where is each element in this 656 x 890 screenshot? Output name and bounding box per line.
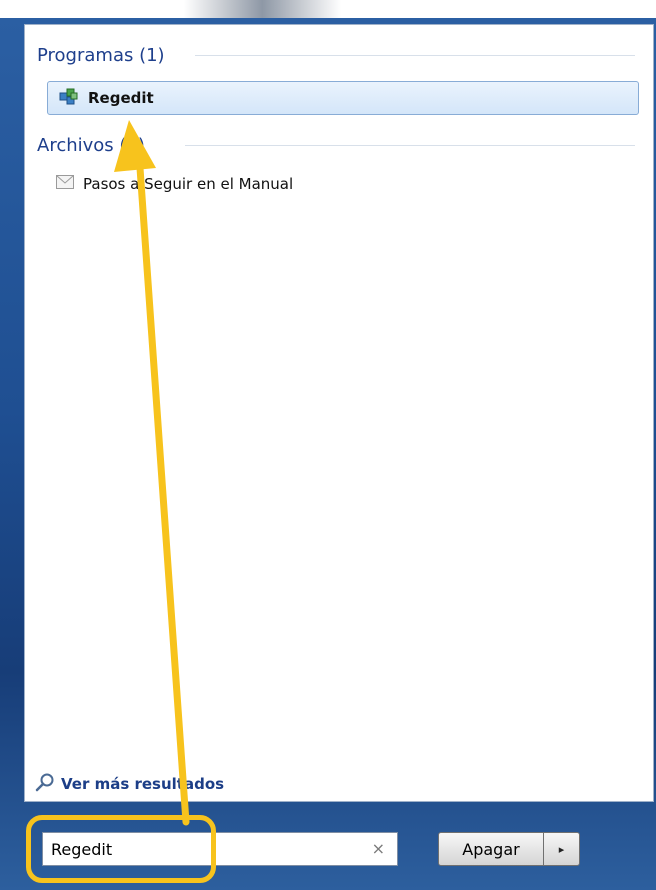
shutdown-options-button[interactable]: ▸: [544, 832, 580, 866]
chevron-right-icon: ▸: [558, 842, 565, 856]
shutdown-button-label: Apagar: [462, 839, 520, 859]
search-icon: [35, 772, 55, 796]
group-divider-programs: [195, 55, 635, 56]
group-header-programs: Programas (1): [37, 44, 165, 66]
result-regedit-label: Regedit: [88, 89, 154, 107]
shutdown-button[interactable]: Apagar: [438, 832, 544, 866]
result-regedit[interactable]: Regedit: [47, 81, 639, 115]
group-header-files: Archivos (1): [37, 134, 145, 156]
clear-search-icon[interactable]: ×: [372, 839, 385, 858]
see-more-results-label: Ver más resultados: [61, 775, 225, 793]
document-icon: [55, 172, 75, 196]
result-manual-label: Pasos a Seguir en el Manual: [83, 175, 294, 193]
see-more-results-link[interactable]: Ver más resultados: [35, 772, 224, 796]
window-top-strip: [0, 0, 656, 18]
search-results-pane: Programas (1) Regedit Archivos (1) Pasos…: [24, 24, 654, 802]
result-manual[interactable]: Pasos a Seguir en el Manual: [55, 169, 615, 199]
regedit-icon: [58, 85, 80, 111]
group-divider-files: [185, 145, 635, 146]
annotation-highlight-box: [26, 815, 216, 883]
